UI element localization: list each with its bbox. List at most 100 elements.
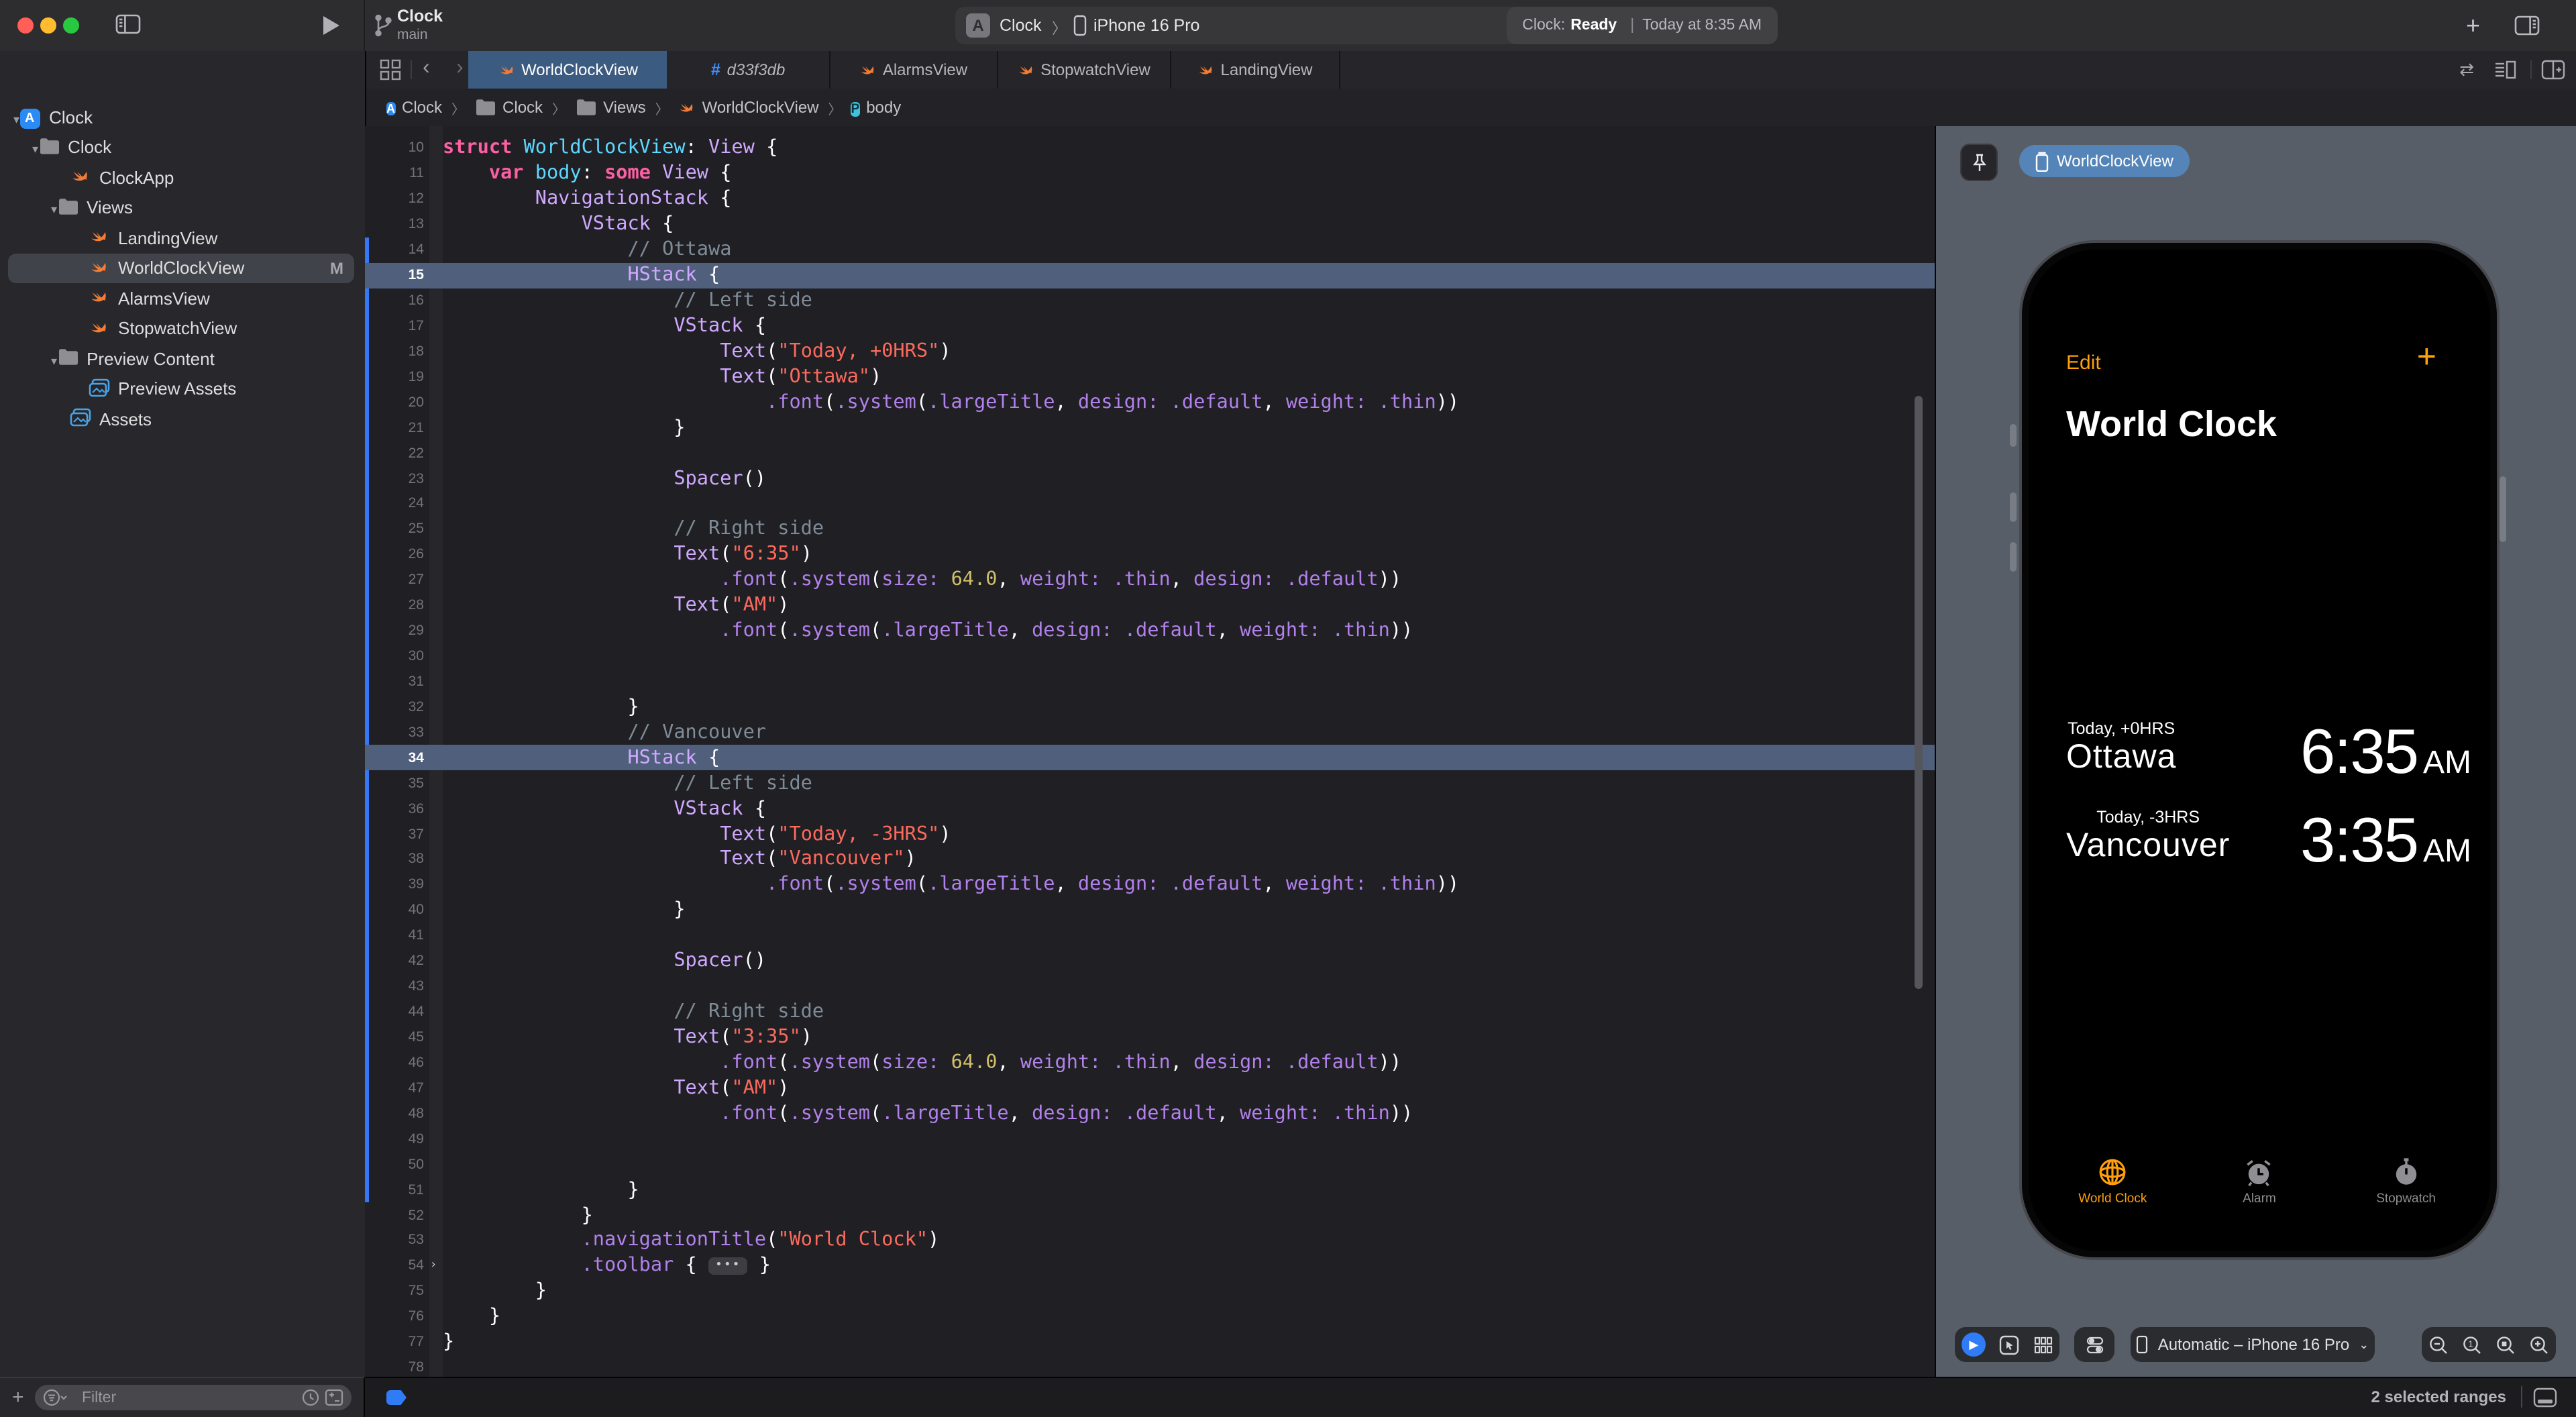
line-number[interactable]: 44 (365, 1004, 424, 1020)
code-line-76[interactable]: 76 } (365, 1304, 1935, 1330)
code-line-48[interactable]: 48 .font(.system(.largeTitle, design: .d… (365, 1101, 1935, 1126)
code-line-13[interactable]: 13 VStack { (365, 212, 1935, 238)
editor-tab-StopwatchView[interactable]: StopwatchView (997, 51, 1171, 89)
zoom-out-icon[interactable] (2428, 1334, 2449, 1355)
sidebar-item-Clock[interactable]: ▾Clock (0, 132, 365, 162)
source-control-status-icon[interactable] (325, 1389, 343, 1406)
line-number[interactable]: 25 (365, 521, 424, 537)
iphone-screen[interactable]: Edit + World Clock Today, +0HRSOttawa6:3… (2029, 250, 2490, 1251)
line-number[interactable]: 76 (365, 1308, 424, 1324)
code-line-17[interactable]: 17 VStack { (365, 313, 1935, 339)
line-number[interactable]: 26 (365, 547, 424, 563)
line-number[interactable]: 33 (365, 725, 424, 741)
scheme-target-icon[interactable]: A (966, 13, 990, 38)
editor-options-icon[interactable] (2494, 59, 2517, 81)
code-line-43[interactable]: 43 (365, 974, 1935, 999)
line-number[interactable]: 11 (365, 166, 424, 182)
code-line-52[interactable]: 52 } (365, 1202, 1935, 1228)
sidebar-item-WorldClockView[interactable]: WorldClockViewM (0, 253, 365, 283)
line-number[interactable]: 39 (365, 877, 424, 893)
code-line-32[interactable]: 32 } (365, 694, 1935, 720)
code-line-23[interactable]: 23 Spacer() (365, 466, 1935, 491)
preview-add-button[interactable]: + (2417, 338, 2436, 377)
disclosure-chevron-icon[interactable]: ▾ (51, 349, 57, 369)
breadcrumb-item-Clock[interactable]: AClock (386, 97, 442, 117)
library-plus-button[interactable]: + (2466, 12, 2480, 40)
line-number[interactable]: 47 (365, 1080, 424, 1096)
line-number[interactable]: 41 (365, 928, 424, 944)
code-line-50[interactable]: 50 (365, 1151, 1935, 1177)
code-line-47[interactable]: 47 Text("AM") (365, 1075, 1935, 1101)
pin-preview-button[interactable] (1960, 144, 1998, 181)
code-line-54[interactable]: 54› .toolbar { ••• } (365, 1253, 1935, 1279)
zoom-in-icon[interactable] (2529, 1334, 2549, 1355)
disclosure-chevron-icon[interactable]: ▾ (13, 107, 19, 127)
line-number[interactable]: 77 (365, 1334, 424, 1350)
sidebar-item-LandingView[interactable]: LandingView (0, 223, 365, 253)
line-number[interactable]: 35 (365, 775, 424, 791)
add-file-button[interactable]: + (12, 1386, 24, 1409)
live-preview-button[interactable]: ▶ (1962, 1332, 1986, 1357)
code-line-25[interactable]: 25 // Right side (365, 517, 1935, 542)
breadcrumb-item-Views[interactable]: Views (575, 98, 646, 117)
sidebar-item-Assets[interactable]: Assets (0, 404, 365, 434)
editor-tab-AlarmsView[interactable]: AlarmsView (829, 51, 998, 89)
preview-tab-Stopwatch[interactable]: Stopwatch (2332, 1157, 2479, 1206)
line-number[interactable]: 23 (365, 470, 424, 486)
breadcrumb-item-body[interactable]: Pbody (851, 97, 902, 117)
line-number[interactable]: 52 (365, 1207, 424, 1223)
line-number[interactable]: 78 (365, 1359, 424, 1375)
code-line-12[interactable]: 12 NavigationStack { (365, 187, 1935, 212)
line-number[interactable]: 28 (365, 597, 424, 613)
line-number[interactable]: 13 (365, 216, 424, 232)
add-editor-icon[interactable] (2541, 59, 2565, 81)
code-line-36[interactable]: 36 VStack { (365, 796, 1935, 821)
sidebar-item-Preview-Content[interactable]: ▾Preview Content (0, 344, 365, 374)
line-number[interactable]: 19 (365, 369, 424, 385)
line-number[interactable]: 43 (365, 978, 424, 994)
editor-tab-WorldClockView[interactable]: WorldClockView (468, 51, 667, 89)
line-number[interactable]: 46 (365, 1055, 424, 1071)
code-line-77[interactable]: 77} (365, 1329, 1935, 1355)
breadcrumb-item-WorldClockView[interactable]: WorldClockView (678, 98, 819, 117)
line-number[interactable]: 51 (365, 1182, 424, 1198)
code-line-24[interactable]: 24 (365, 491, 1935, 517)
code-line-19[interactable]: 19 Text("Ottawa") (365, 364, 1935, 390)
breakpoint-indicator[interactable] (386, 1390, 407, 1405)
code-line-41[interactable]: 41 (365, 923, 1935, 949)
code-line-40[interactable]: 40 } (365, 898, 1935, 923)
editor-tab-LandingView[interactable]: LandingView (1170, 51, 1340, 89)
minimize-window-button[interactable] (40, 17, 56, 34)
line-number[interactable]: 21 (365, 419, 424, 435)
line-number[interactable]: 14 (365, 242, 424, 258)
line-number[interactable]: 32 (365, 699, 424, 715)
code-line-35[interactable]: 35 // Left side (365, 771, 1935, 796)
recent-files-clock-icon[interactable] (302, 1389, 319, 1406)
code-line-31[interactable]: 31 (365, 669, 1935, 694)
run-button[interactable] (322, 15, 341, 36)
toggle-debug-area-icon[interactable] (2533, 1387, 2557, 1408)
variants-mode-icon[interactable] (2034, 1336, 2053, 1353)
sidebar-item-Clock[interactable]: ▾AClock (0, 102, 365, 132)
zoom-window-button[interactable] (63, 17, 79, 34)
code-line-42[interactable]: 42 Spacer() (365, 949, 1935, 974)
disclosure-chevron-icon[interactable]: ▾ (32, 138, 38, 158)
go-forward-icon[interactable]: › (456, 56, 464, 81)
line-number[interactable]: 27 (365, 572, 424, 588)
preview-device-pill[interactable]: Automatic – iPhone 16 Pro ⌄ (2131, 1327, 2375, 1362)
scheme-project-label[interactable]: Clock (1000, 16, 1042, 35)
line-number[interactable]: 20 (365, 395, 424, 411)
code-line-28[interactable]: 28 Text("AM") (365, 592, 1935, 618)
editor-tab-d33f3db[interactable]: #d33f3db (667, 51, 830, 89)
zoom-100-icon[interactable]: 1 (2462, 1334, 2482, 1355)
line-number[interactable]: 37 (365, 826, 424, 842)
editor-scrollbar[interactable] (1915, 396, 1923, 989)
code-line-15[interactable]: 15 HStack { (365, 262, 1935, 288)
line-number[interactable]: 54 (365, 1258, 424, 1274)
line-number[interactable]: 75 (365, 1283, 424, 1300)
swap-editor-icon[interactable]: ⇄ (2459, 59, 2474, 81)
code-line-30[interactable]: 30 (365, 643, 1935, 669)
line-number[interactable]: 49 (365, 1131, 424, 1147)
preview-tab-World-Clock[interactable]: World Clock (2039, 1157, 2186, 1206)
line-number[interactable]: 30 (365, 648, 424, 664)
